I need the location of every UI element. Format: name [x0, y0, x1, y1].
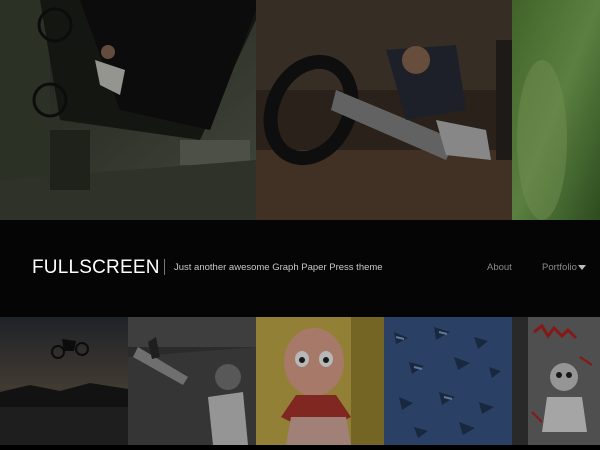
photo-graffiti-image — [512, 317, 600, 445]
gallery-photo-graffiti[interactable] — [512, 317, 600, 445]
gallery-photo-green[interactable] — [512, 0, 600, 220]
photo-bmx-bridge-image — [0, 0, 256, 220]
gallery-photo-bmx-ramp[interactable] — [256, 0, 512, 220]
gallery-photo-doll[interactable] — [256, 317, 384, 445]
nav-item-portfolio[interactable]: Portfolio — [542, 262, 577, 273]
gallery-photo-slingshot[interactable] — [128, 317, 256, 445]
photo-slingshot-image — [128, 317, 256, 445]
photo-blue-texture-image — [384, 317, 512, 445]
title-divider — [164, 259, 165, 275]
photo-bmx-sunset-image — [0, 317, 128, 445]
gallery-photo-bmx-bridge[interactable] — [0, 0, 256, 220]
site-title-link[interactable]: FULLSCREEN — [32, 257, 160, 279]
photo-green-image — [512, 0, 600, 220]
photo-bmx-ramp-image — [256, 0, 512, 220]
gallery-photo-blue-texture[interactable] — [384, 317, 512, 445]
nav-item-about[interactable]: About — [487, 262, 512, 273]
gallery-photo-bmx-sunset[interactable] — [0, 317, 128, 445]
site-tagline: Just another awesome Graph Paper Press t… — [174, 262, 383, 273]
photo-doll-image — [256, 317, 384, 445]
chevron-down-icon[interactable] — [578, 265, 586, 270]
